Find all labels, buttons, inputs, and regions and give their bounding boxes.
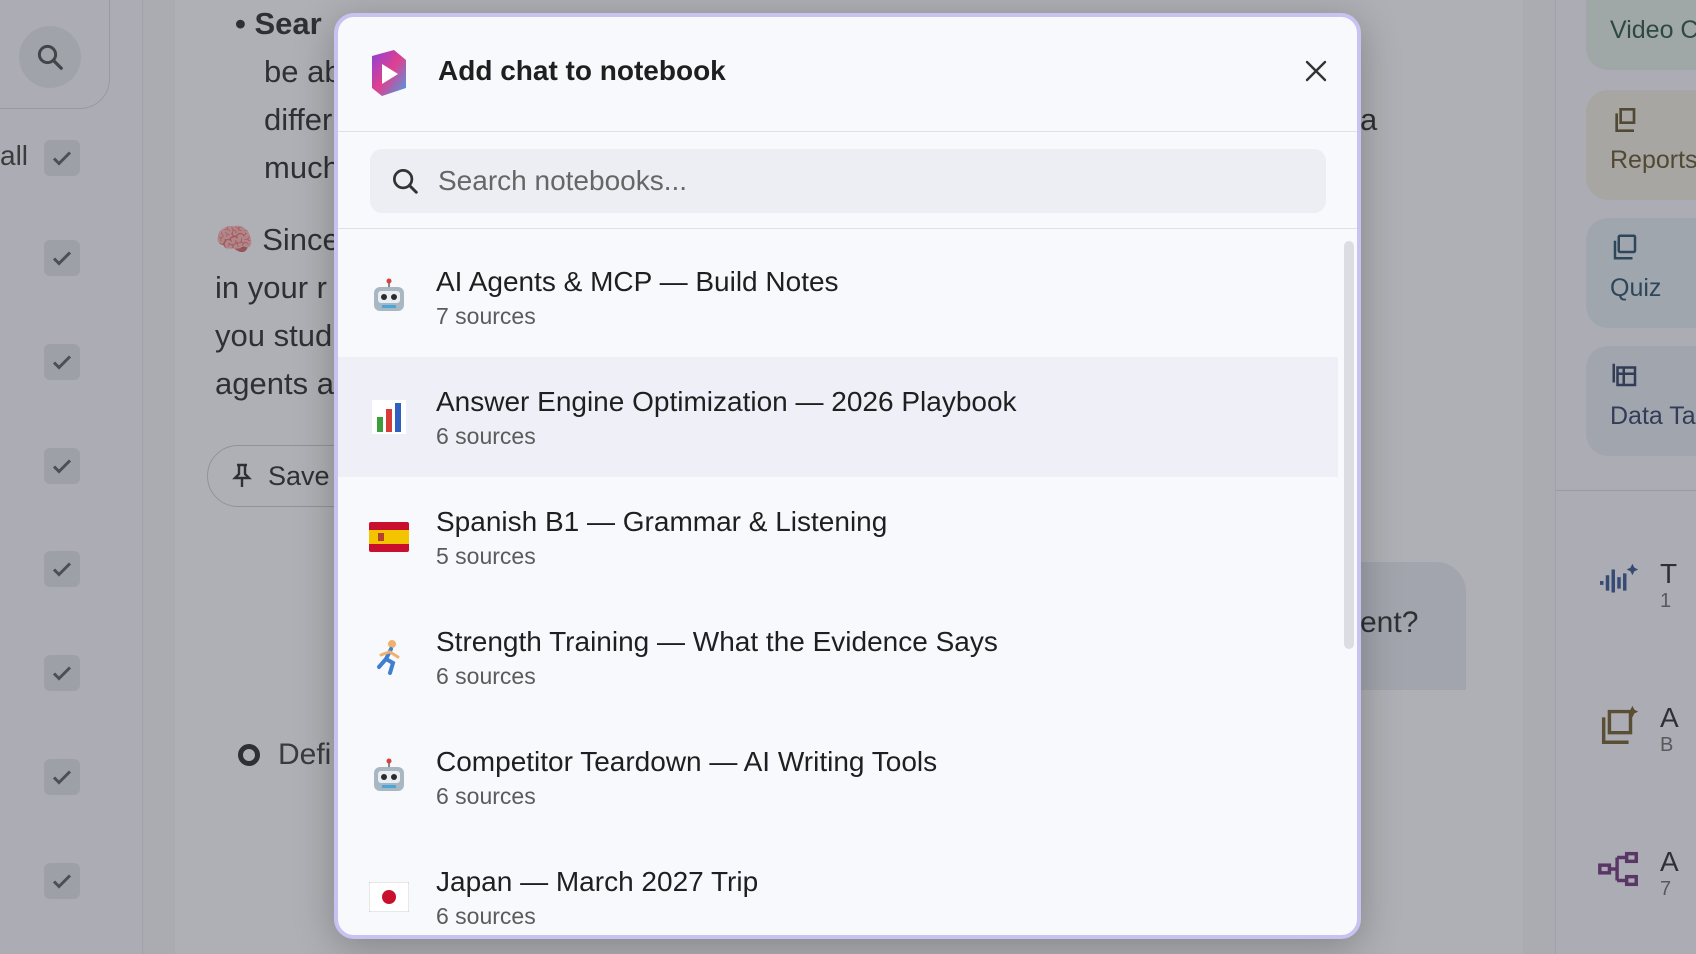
notebook-title: AI Agents & MCP — Build Notes [436,265,839,297]
notebook-title: Competitor Teardown — AI Writing Tools [436,745,938,777]
search-icon [393,169,418,194]
search-zone [338,132,1357,229]
dialog-header: Add chat to notebook [338,17,1357,132]
notebook-title: Japan — March 2027 Trip [436,865,759,897]
notebook-source-count: 6 sources [436,782,536,809]
notebook-item[interactable]: Answer Engine Optimization — 2026 Playbo… [338,357,1338,477]
notebook-source-count: 7 sources [436,302,536,329]
close-icon [1305,60,1327,82]
add-to-notebook-dialog: Add chat to notebook AI Agents & MCP — B… [334,13,1361,939]
notebook-title: Answer Engine Optimization — 2026 Playbo… [436,385,1017,417]
notebook-item[interactable]: Japan — March 2027 Trip 6 sources [338,837,1338,935]
notebook-source-count: 6 sources [436,902,536,929]
notebook-search-field[interactable] [370,149,1326,213]
notebook-search-input[interactable] [436,164,1320,198]
robot-icon [368,756,410,798]
notebook-item[interactable]: Spanish B1 — Grammar & Listening 5 sourc… [338,477,1338,597]
bar-chart-icon [368,396,410,438]
notebook-list-scroll[interactable]: AI Agents & MCP — Build Notes 7 sources … [338,229,1357,935]
robot-icon [368,276,410,318]
notebook-item[interactable]: AI Agents & MCP — Build Notes 7 sources [338,237,1338,357]
runner-icon [368,636,410,678]
notebook-title: Spanish B1 — Grammar & Listening [436,505,888,537]
app-logo-icon [372,50,406,96]
close-button[interactable] [1298,53,1334,89]
spain-flag-icon [368,516,410,558]
notebook-title: Strength Training — What the Evidence Sa… [436,625,998,657]
dialog-title: Add chat to notebook [438,55,726,86]
notebook-source-count: 6 sources [436,662,536,689]
notebook-source-count: 6 sources [436,422,536,449]
japan-flag-icon [368,876,410,918]
list-scrollbar[interactable] [1344,241,1354,649]
notebook-item[interactable]: Competitor Teardown — AI Writing Tools 6… [338,717,1338,837]
notebook-source-count: 5 sources [436,542,536,569]
notebook-list: AI Agents & MCP — Build Notes 7 sources … [338,229,1338,935]
notebook-item[interactable]: Strength Training — What the Evidence Sa… [338,597,1338,717]
